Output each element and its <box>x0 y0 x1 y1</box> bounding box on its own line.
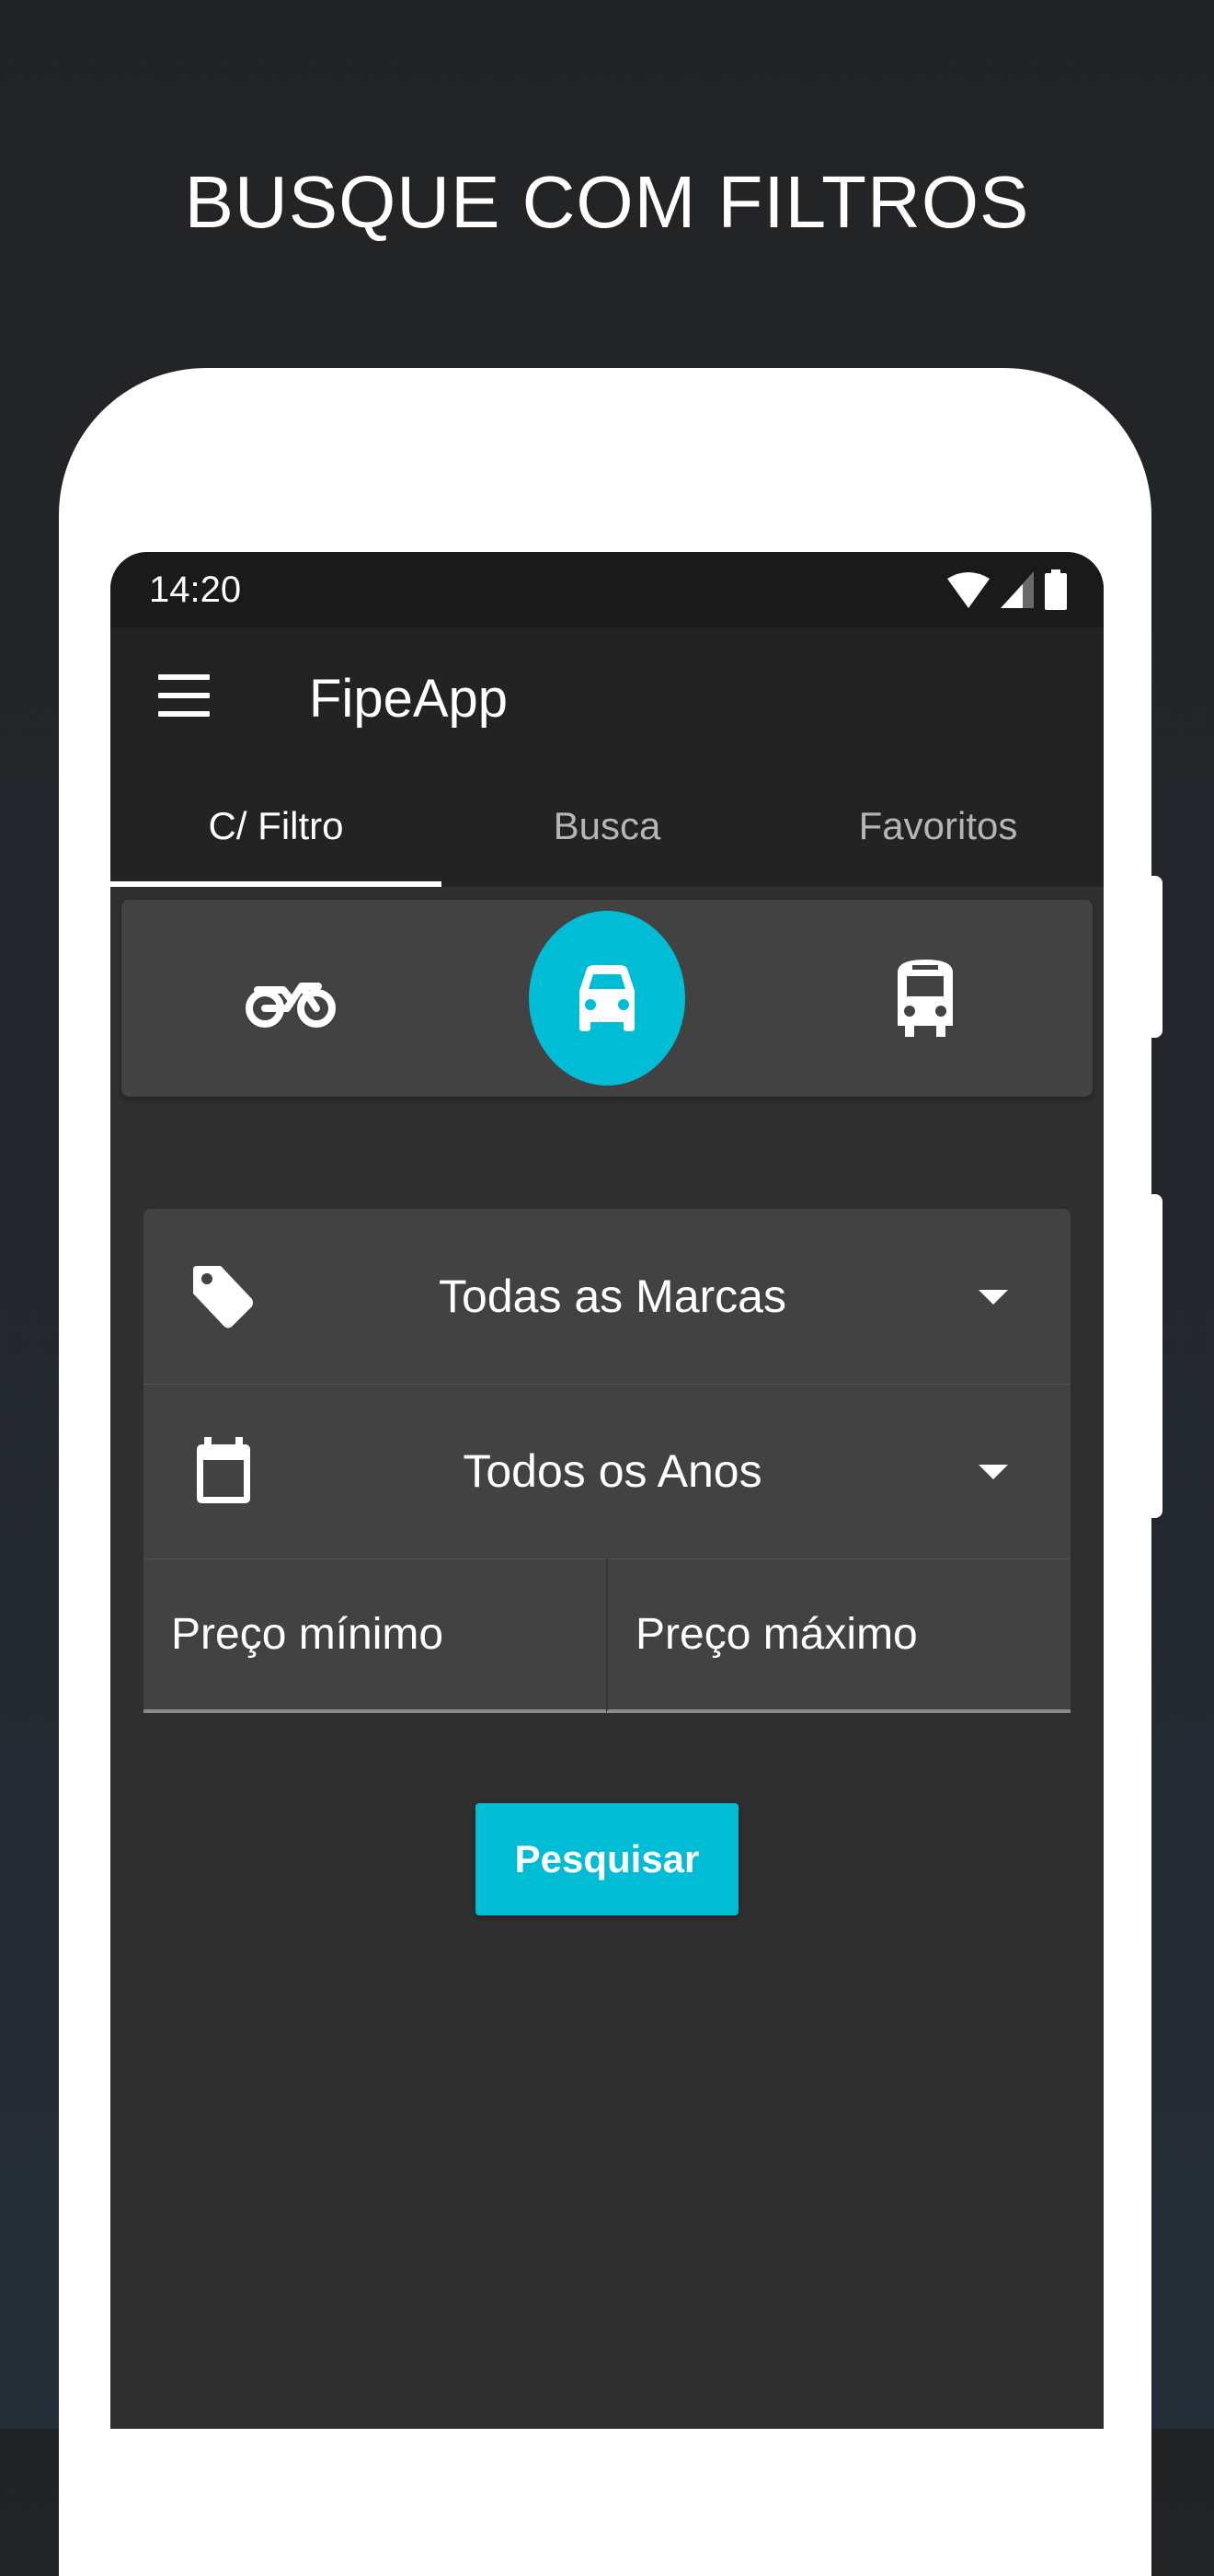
year-select-value: Todos os Anos <box>463 1445 762 1497</box>
bus-button[interactable] <box>847 911 1003 1086</box>
tag-icon <box>193 1266 253 1328</box>
menu-icon[interactable] <box>158 674 210 717</box>
brand-select[interactable]: Todas as Marcas <box>143 1209 1071 1385</box>
page-headline: BUSQUE COM FILTROS <box>184 161 1030 243</box>
tab-busca[interactable]: Busca <box>441 765 773 887</box>
tab-favoritos[interactable]: Favoritos <box>773 765 1104 887</box>
phone-side-button-top <box>1151 876 1162 1038</box>
chevron-down-icon <box>979 1290 1008 1305</box>
vehicle-type-selector <box>121 900 1093 1097</box>
status-icons <box>947 569 1067 611</box>
motorcycle-icon <box>246 983 336 1028</box>
max-price-input[interactable] <box>608 1558 1071 1709</box>
chevron-down-icon <box>979 1465 1008 1479</box>
tab-filtro[interactable]: C/ Filtro <box>110 765 441 887</box>
filter-form: Todas as Marcas Todos os Anos <box>143 1209 1071 1713</box>
motorcycle-button[interactable] <box>212 911 369 1086</box>
year-select[interactable]: Todos os Anos <box>143 1384 1071 1559</box>
app-bar: FipeApp <box>110 627 1104 765</box>
signal-icon <box>1001 571 1034 608</box>
brand-select-value: Todas as Marcas <box>439 1271 786 1322</box>
car-icon <box>579 965 635 1031</box>
status-bar: 14:20 <box>110 552 1104 627</box>
min-price-input[interactable] <box>143 1558 606 1709</box>
tab-bar: C/ Filtro Busca Favoritos <box>110 765 1104 887</box>
price-range <box>143 1558 1071 1713</box>
phone-side-button-bottom <box>1151 1194 1162 1518</box>
search-button[interactable]: Pesquisar <box>475 1803 739 1915</box>
phone-screen: 14:20 FipeApp C/ Filtro Busca Favoritos <box>110 552 1104 2429</box>
min-price-field <box>143 1558 606 1713</box>
car-button[interactable] <box>529 911 685 1086</box>
app-title: FipeApp <box>309 669 509 729</box>
battery-icon <box>1045 569 1067 610</box>
calendar-icon <box>197 1437 250 1503</box>
bus-icon <box>898 960 953 1037</box>
max-price-field <box>606 1558 1071 1713</box>
status-time: 14:20 <box>149 569 242 610</box>
wifi-icon <box>947 572 990 608</box>
